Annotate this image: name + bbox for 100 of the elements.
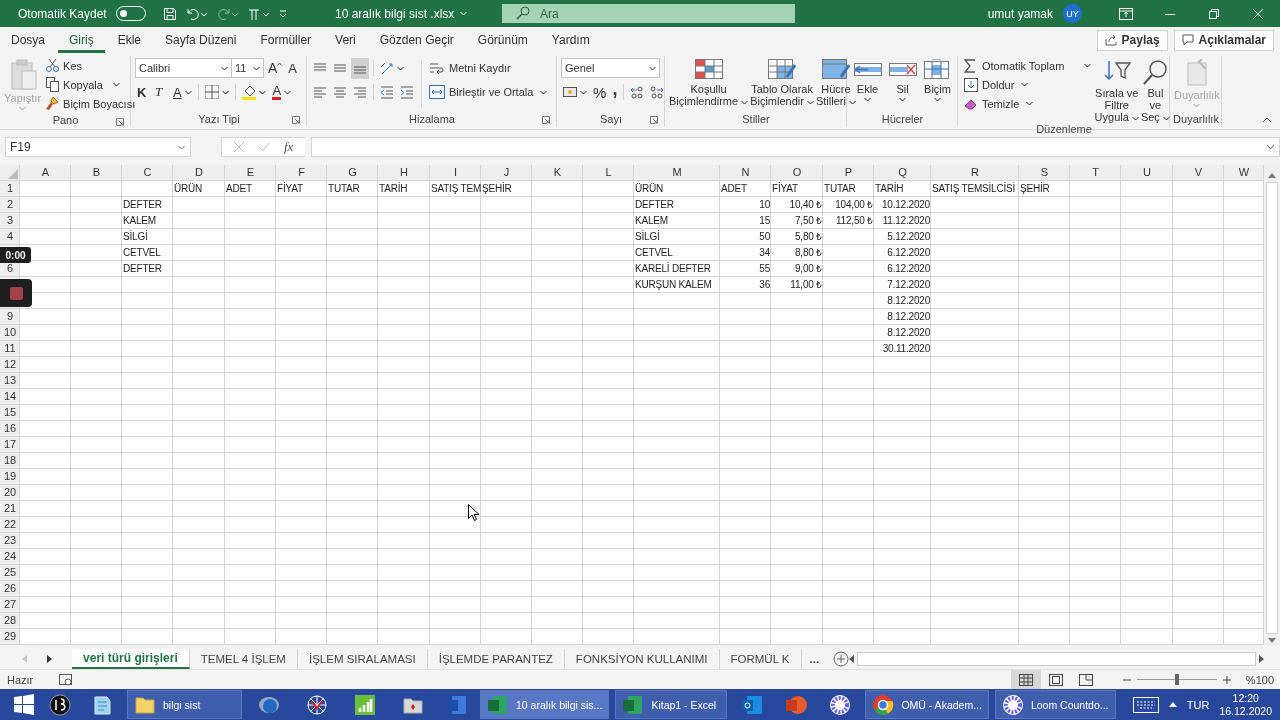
caret-icon[interactable] [222, 89, 230, 95]
web-icon[interactable] [306, 693, 328, 716]
row-header[interactable]: 23 [0, 533, 20, 549]
check-icon[interactable] [258, 142, 270, 152]
autosum-button[interactable]: Otomatik Toplam [962, 56, 1093, 75]
caret-icon[interactable] [1026, 101, 1034, 106]
dialog-launcher-icon[interactable] [650, 116, 658, 124]
row-header[interactable]: 3 [0, 213, 20, 229]
taskbar-button[interactable]: bilgi sist [127, 690, 242, 719]
column-header[interactable]: Q [874, 165, 931, 181]
start-icon[interactable] [13, 693, 35, 716]
insert-function-button[interactable]: fx [284, 139, 294, 155]
row-header[interactable]: 14 [0, 389, 20, 405]
menu-tab[interactable]: Dosya [0, 27, 56, 53]
caret-icon[interactable] [284, 89, 292, 95]
add-sheet-icon[interactable] [833, 651, 850, 667]
caret-icon[interactable] [864, 97, 871, 102]
share-button[interactable]: Paylaş [1096, 29, 1168, 51]
caret-icon[interactable] [540, 89, 548, 95]
wrap-text-button[interactable]: Metni Kaydır [427, 58, 513, 78]
column-header[interactable]: L [583, 165, 634, 181]
dialog-launcher-icon[interactable] [116, 118, 124, 126]
more-sheets-button[interactable]: ... [801, 649, 828, 669]
fill-button[interactable]: Doldur [962, 75, 1093, 94]
scroll-up-icon[interactable] [1268, 173, 1276, 178]
macro-record-icon[interactable] [59, 673, 74, 686]
cancel-icon[interactable] [234, 142, 244, 152]
taskbar-button[interactable]: Kitap1 - Excel [615, 690, 728, 719]
caret-icon[interactable] [1131, 116, 1139, 121]
format-painter-button[interactable]: Biçim Boyacısı [43, 94, 138, 113]
caret-icon[interactable] [259, 89, 267, 95]
row-header[interactable]: 11 [0, 341, 20, 357]
decrease-decimal-icon[interactable] [650, 85, 665, 99]
menu-tab[interactable]: Gözden Geçir [368, 27, 465, 53]
italic-button[interactable]: T [153, 81, 169, 103]
row-header[interactable]: 22 [0, 517, 20, 533]
find-select-button[interactable]: Bul ve Seç [1140, 56, 1170, 123]
menu-tab[interactable]: Ekle [106, 27, 153, 53]
chevron-up-icon[interactable] [1168, 702, 1177, 707]
column-header[interactable]: R [931, 165, 1019, 181]
customize-icon[interactable] [278, 8, 287, 19]
row-header[interactable]: 21 [0, 501, 20, 517]
align-center-icon[interactable] [333, 85, 347, 99]
restore-icon[interactable] [1209, 8, 1219, 19]
row-header[interactable]: 15 [0, 405, 20, 421]
underline-button[interactable]: A [171, 81, 195, 103]
redo-icon[interactable] [216, 6, 239, 21]
dialog-launcher-icon[interactable] [292, 116, 300, 124]
row-header[interactable]: 1 [0, 181, 20, 197]
font-color-button[interactable]: A [270, 81, 294, 103]
clock[interactable]: 12:20 16.12.2020 [1219, 691, 1272, 718]
collapse-ribbon-icon[interactable] [1262, 117, 1272, 123]
zoom-slider[interactable] [1136, 674, 1217, 685]
dialog-launcher-icon[interactable] [542, 116, 550, 124]
row-header[interactable]: 10 [0, 325, 20, 341]
caret-icon[interactable] [178, 144, 185, 150]
row-header[interactable]: 25 [0, 565, 20, 581]
next-sheet-icon[interactable] [47, 655, 52, 663]
comments-button[interactable]: Açıklamalar [1173, 29, 1274, 51]
row-header[interactable]: 26 [0, 581, 20, 597]
dark-circle-icon[interactable] [49, 693, 71, 716]
menu-tab[interactable]: Formüller [249, 27, 323, 53]
undo-icon[interactable] [185, 6, 208, 21]
ribbon-display-icon[interactable] [1119, 7, 1133, 20]
menu-tab[interactable]: Görünüm [466, 27, 539, 53]
align-right-icon[interactable] [353, 85, 367, 99]
copy-button[interactable]: Kopyala [43, 75, 138, 94]
save-icon[interactable] [162, 6, 177, 21]
caret-icon[interactable] [649, 65, 656, 71]
caret-icon[interactable] [807, 100, 814, 105]
expand-icon[interactable] [1266, 144, 1275, 150]
row-header[interactable]: 9 [0, 309, 20, 325]
caret-icon[interactable] [1021, 82, 1029, 87]
caret-icon[interactable] [849, 100, 856, 105]
column-header[interactable]: U [1121, 165, 1173, 181]
row-header[interactable]: 4 [0, 229, 20, 245]
column-header[interactable]: H [378, 165, 430, 181]
column-header[interactable]: A [20, 165, 71, 181]
row-header[interactable]: 16 [0, 421, 20, 437]
comma-style-button[interactable]: , [610, 81, 620, 103]
row-header[interactable]: 17 [0, 437, 20, 453]
row-header[interactable]: 13 [0, 373, 20, 389]
row-header[interactable]: 19 [0, 469, 20, 485]
format-button[interactable]: Biçim [921, 56, 954, 102]
flower-icon[interactable] [829, 693, 852, 716]
percent-button[interactable]: % [591, 81, 609, 103]
menu-tab[interactable]: Sayfa Düzeni [154, 27, 248, 53]
row-header[interactable]: 12 [0, 357, 20, 373]
column-header[interactable]: J [481, 165, 532, 181]
column-header[interactable]: N [720, 165, 771, 181]
increase-indent-icon[interactable] [400, 85, 414, 99]
caret-icon[interactable] [899, 97, 906, 102]
search-field[interactable]: Ara [502, 4, 795, 23]
page-break-icon[interactable] [1078, 673, 1093, 686]
column-header[interactable]: T [1070, 165, 1121, 181]
keyboard-icon[interactable] [1132, 696, 1159, 713]
column-header[interactable]: W [1224, 165, 1264, 181]
conditional-formatting-button[interactable]: Koşullu Biçimlendirme [669, 56, 749, 107]
language-indicator[interactable]: TUR [1186, 698, 1210, 711]
row-header[interactable]: 2 [0, 197, 20, 213]
